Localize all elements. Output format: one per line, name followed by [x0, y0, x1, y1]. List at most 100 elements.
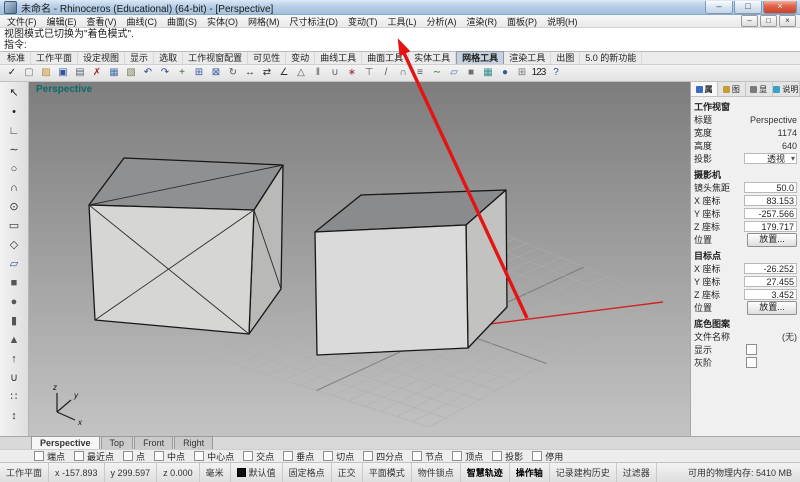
save-button[interactable]: ▣	[54, 66, 71, 81]
toolbar-tab[interactable]: 可见性	[248, 52, 286, 64]
solid-box-object[interactable]	[315, 190, 507, 355]
zoom-window-button[interactable]: ⊞	[190, 66, 207, 81]
osnap-checkbox[interactable]	[452, 451, 462, 461]
toolbar-tab[interactable]: 标准	[2, 52, 31, 64]
maximize-button[interactable]: □	[734, 1, 762, 14]
osnap-toggle[interactable]: 中心点	[194, 450, 234, 463]
place-button[interactable]: 放置...	[747, 301, 797, 315]
scale-button[interactable]: △	[292, 66, 309, 81]
toolbar-tab[interactable]: 选取	[154, 52, 183, 64]
menu-item[interactable]: 实体(O)	[202, 15, 243, 28]
mirror-button[interactable]: ‖	[309, 66, 326, 81]
cone-button[interactable]: ▲	[4, 331, 25, 350]
osnap-toggle[interactable]: 顶点	[452, 450, 483, 463]
property-checkbox[interactable]	[746, 357, 757, 368]
menu-item[interactable]: 查看(V)	[82, 15, 122, 28]
viewport-title[interactable]: Perspective	[36, 84, 92, 95]
menu-item[interactable]: 网格(M)	[243, 15, 285, 28]
layer-pane[interactable]: 默认值	[231, 463, 283, 482]
property-value-field[interactable]: 3.452	[744, 289, 797, 300]
split-button[interactable]: /	[377, 66, 394, 81]
sphere-button[interactable]: ●	[4, 293, 25, 312]
mdi-minimize-button[interactable]: –	[741, 15, 758, 27]
osnap-checkbox[interactable]	[243, 451, 253, 461]
circle-button[interactable]: ○	[4, 160, 25, 179]
osnap-toggle[interactable]: 最近点	[74, 450, 114, 463]
offset-button[interactable]: ≡	[411, 66, 428, 81]
property-value-field[interactable]: Perspective	[744, 115, 797, 125]
toolbar-tab[interactable]: 渲染工具	[504, 52, 551, 64]
menu-item[interactable]: 尺寸标注(D)	[285, 15, 344, 28]
cplane-pane[interactable]: 工作平面	[0, 463, 49, 482]
property-value-field[interactable]: 50.0	[744, 182, 797, 193]
osnap-toggle[interactable]: 端点	[34, 450, 65, 463]
osnap-toggle[interactable]: 节点	[412, 450, 443, 463]
layers-tab[interactable]: 图	[718, 82, 745, 96]
property-value-field[interactable]: 640	[744, 141, 797, 151]
fillet-button[interactable]: ∩	[394, 66, 411, 81]
osnap-checkbox[interactable]	[532, 451, 542, 461]
osnap-checkbox[interactable]	[194, 451, 204, 461]
count-123-button[interactable]: 123	[530, 66, 547, 81]
mesh-box-object[interactable]	[89, 158, 283, 334]
help-button[interactable]: ?	[547, 66, 564, 81]
cut-button[interactable]: ✗	[88, 66, 105, 81]
trim-button[interactable]: ⊤	[360, 66, 377, 81]
surface-button[interactable]: ▱	[4, 255, 25, 274]
toolbar-tab[interactable]: 变动	[286, 52, 315, 64]
osnap-toggle[interactable]: 投影	[492, 450, 523, 463]
toolbar-tab[interactable]: 工作平面	[31, 52, 78, 64]
menu-item[interactable]: 分析(A)	[422, 15, 462, 28]
osnap-checkbox[interactable]	[492, 451, 502, 461]
toolbar-tab[interactable]: 显示	[125, 52, 154, 64]
arc-button[interactable]: ∩	[4, 179, 25, 198]
viewport-tab[interactable]: Front	[134, 436, 173, 449]
property-value-field[interactable]: -26.252	[744, 263, 797, 274]
toolbar-tab[interactable]: 曲面工具	[362, 52, 409, 64]
help-tab[interactable]: 说明	[773, 82, 800, 96]
dimension-button[interactable]: ↕	[4, 407, 25, 426]
surface-tools-button[interactable]: ▱	[445, 66, 462, 81]
command-area[interactable]: 视图模式已切换为"着色模式". 指令:	[0, 28, 800, 52]
mdi-restore-button[interactable]: □	[760, 15, 777, 27]
property-value-field[interactable]: (无)	[744, 330, 797, 343]
osnap-toggle[interactable]: 垂点	[283, 450, 314, 463]
osnap-toggle[interactable]: 交点	[243, 450, 274, 463]
toolbar-tab[interactable]: 出图	[551, 52, 580, 64]
osnap-toggle[interactable]: 点	[123, 450, 145, 463]
point-button[interactable]: •	[4, 103, 25, 122]
property-value-field[interactable]: 1174	[744, 128, 797, 138]
status-toggle[interactable]: 正交	[332, 463, 363, 482]
menu-item[interactable]: 编辑(E)	[42, 15, 82, 28]
fillet-surface-button[interactable]: ∪	[4, 369, 25, 388]
curve-button[interactable]: ∼	[4, 141, 25, 160]
property-checkbox[interactable]	[746, 344, 757, 355]
status-toggle[interactable]: 记录建构历史	[550, 463, 617, 482]
osnap-checkbox[interactable]	[283, 451, 293, 461]
print-button[interactable]: ▤	[71, 66, 88, 81]
osnap-checkbox[interactable]	[74, 451, 84, 461]
mdi-close-button[interactable]: ×	[779, 15, 796, 27]
properties-tab[interactable]: 属	[691, 82, 718, 96]
menu-item[interactable]: 文件(F)	[2, 15, 42, 28]
osnap-checkbox[interactable]	[154, 451, 164, 461]
menu-item[interactable]: 说明(H)	[542, 15, 583, 28]
zoom-extents-button[interactable]: ⊠	[207, 66, 224, 81]
toolbar-tab[interactable]: 5.0 的新功能	[580, 52, 642, 64]
grid-options-button[interactable]: ⊞	[513, 66, 530, 81]
new-file-button[interactable]: ▢	[20, 66, 37, 81]
array-button[interactable]: ∷	[4, 388, 25, 407]
menu-item[interactable]: 工具(L)	[383, 15, 422, 28]
toolbar-tab[interactable]: 设定视图	[78, 52, 125, 64]
toolbar-tab[interactable]: 网格工具	[456, 51, 504, 64]
property-value-field[interactable]: 27.455	[744, 276, 797, 287]
osnap-toggle[interactable]: 四分点	[363, 450, 403, 463]
redo-button[interactable]: ↷	[156, 66, 173, 81]
osnap-checkbox[interactable]	[34, 451, 44, 461]
toolbar-tab[interactable]: 工作视窗配置	[183, 52, 248, 64]
open-file-button[interactable]: ▨	[37, 66, 54, 81]
check-button[interactable]: ✓	[3, 66, 20, 81]
status-toggle[interactable]: 固定格点	[283, 463, 332, 482]
toolbar-tab[interactable]: 实体工具	[409, 52, 456, 64]
rotate-view-button[interactable]: ↻	[224, 66, 241, 81]
